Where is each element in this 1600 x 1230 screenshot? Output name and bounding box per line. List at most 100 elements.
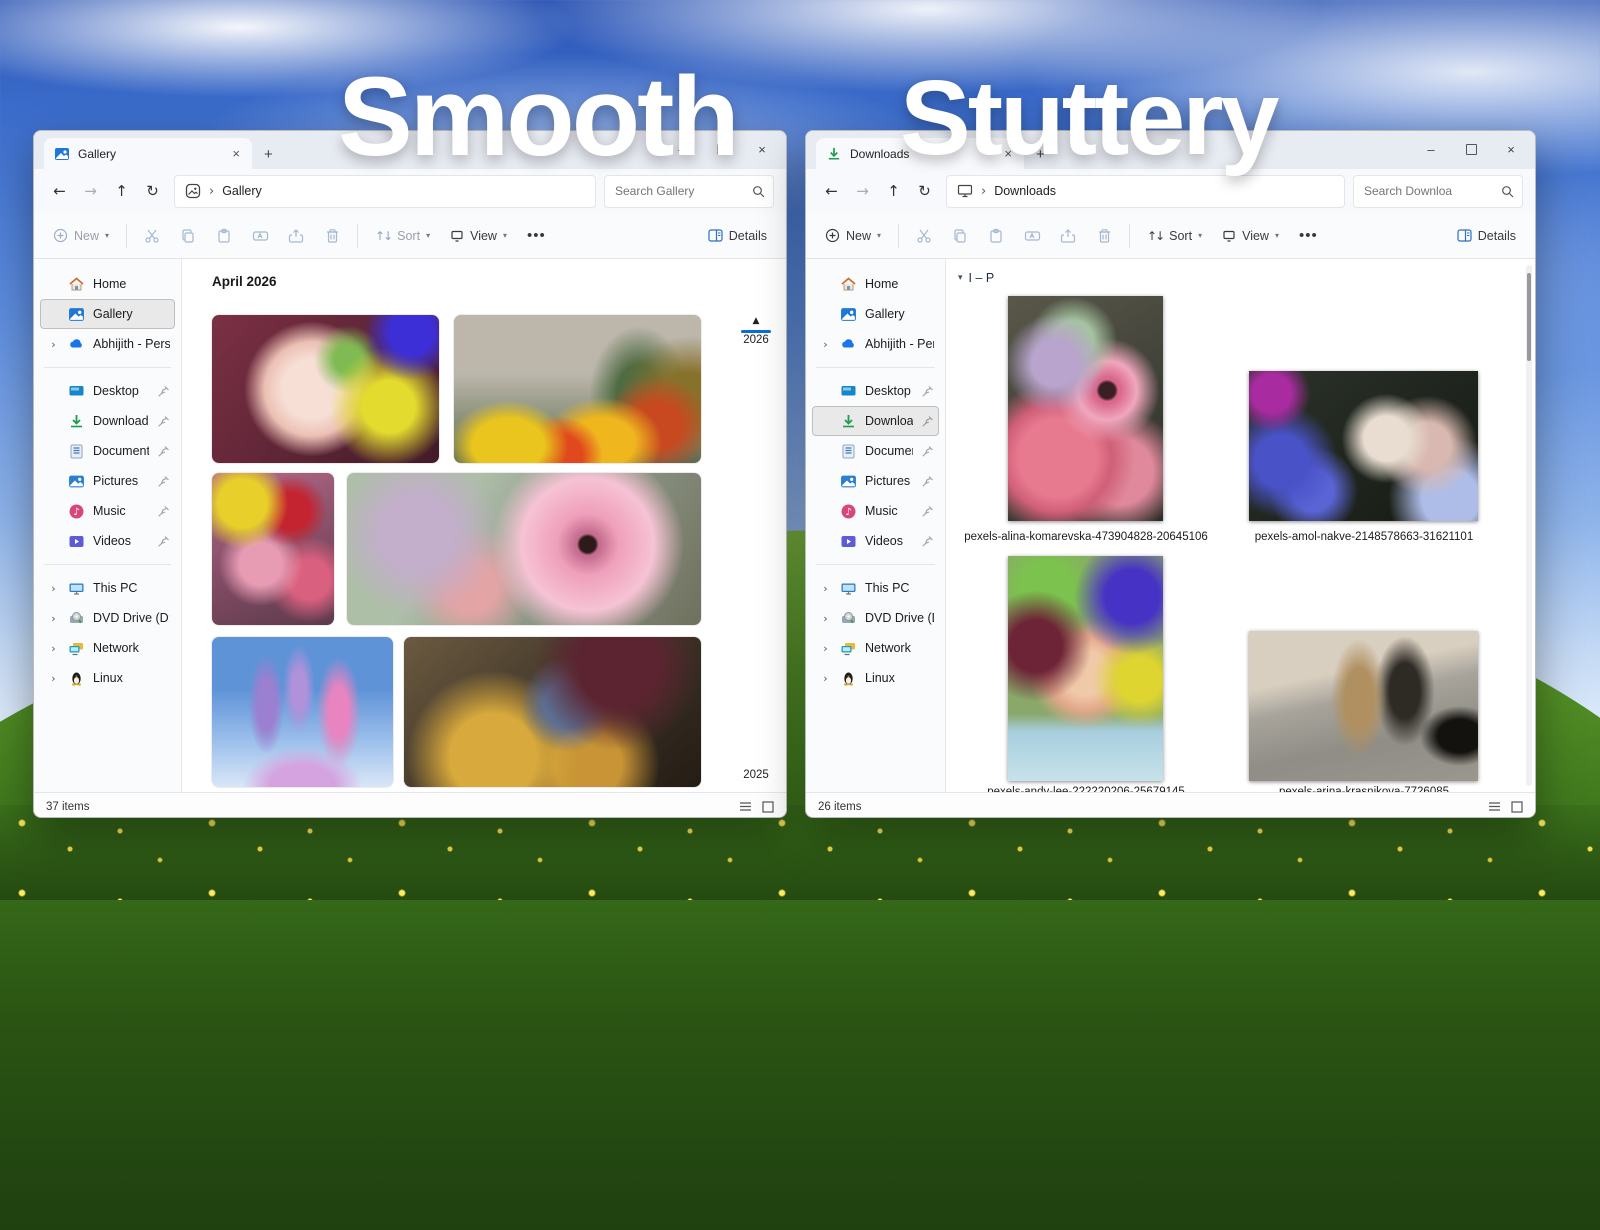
details-button[interactable]: Details (699, 220, 776, 252)
expander-icon[interactable]: › (819, 642, 832, 655)
search-box[interactable] (1353, 175, 1523, 208)
view-button[interactable]: View ▾ (1213, 220, 1288, 252)
file-thumbnail[interactable] (1008, 556, 1163, 781)
sidebar-item-network[interactable]: › Network (812, 633, 939, 663)
forward-button[interactable]: → (849, 178, 876, 205)
details-view-icon[interactable] (739, 801, 752, 812)
more-options-button[interactable]: ••• (1290, 220, 1327, 252)
expander-icon[interactable]: › (819, 582, 832, 595)
timeline-scrubber[interactable]: ▲ 2026 (739, 317, 773, 346)
sidebar-item-onedrive[interactable]: › Abhijith - Personal (40, 329, 175, 359)
gallery-photo-tulips[interactable] (454, 315, 701, 463)
expander-icon[interactable]: › (47, 642, 60, 655)
tab-close-icon[interactable]: × (228, 146, 244, 161)
close-button[interactable]: × (1491, 135, 1531, 163)
sidebar-item-home[interactable]: Home (40, 269, 175, 299)
sidebar-item-pictures[interactable]: Pictures (40, 466, 175, 496)
file-thumbnail[interactable] (1249, 371, 1478, 521)
back-button[interactable]: ← (818, 178, 845, 205)
sidebar-item-desktop[interactable]: Desktop (40, 376, 175, 406)
expander-icon[interactable]: › (47, 338, 60, 351)
timeline-year-previous[interactable]: 2025 (739, 769, 773, 781)
rename-button[interactable] (1015, 220, 1049, 252)
close-button[interactable]: × (742, 135, 782, 163)
sidebar-item-home[interactable]: Home (812, 269, 939, 299)
sidebar-item-videos[interactable]: Videos (812, 526, 939, 556)
gallery-photo-orchid-bouquet[interactable] (212, 315, 439, 463)
sidebar-item-videos[interactable]: Videos (40, 526, 175, 556)
up-button[interactable]: ↑ (880, 178, 907, 205)
expander-icon[interactable]: › (47, 612, 60, 625)
scrollbar-thumb[interactable] (1527, 273, 1531, 361)
timeline-year-current[interactable]: 2026 (739, 334, 773, 346)
minimize-button[interactable]: – (1411, 135, 1451, 163)
new-tab-button[interactable]: + (264, 146, 273, 163)
new-button[interactable]: New ▾ (816, 220, 890, 252)
file-thumbnail[interactable] (1249, 631, 1478, 781)
new-button[interactable]: New ▾ (44, 220, 118, 252)
sidebar-item-dvd-drive[interactable]: › DVD Drive (D:) CCC (40, 603, 175, 633)
file-thumbnail[interactable] (1008, 296, 1163, 521)
expander-icon[interactable]: › (47, 582, 60, 595)
expander-icon[interactable]: › (819, 338, 832, 351)
file-name[interactable]: pexels-alina-komarevska-473904828-206451… (955, 531, 1217, 543)
sidebar-item-this-pc[interactable]: › This PC (812, 573, 939, 603)
file-name[interactable]: pexels-arina-krasnikova-7726085 (1233, 786, 1495, 792)
sidebar-item-dvd-drive[interactable]: › DVD Drive (D:) CCC (812, 603, 939, 633)
group-collapse-icon[interactable]: ▾ (958, 273, 963, 283)
refresh-button[interactable]: ↻ (139, 178, 166, 205)
details-button[interactable]: Details (1448, 220, 1525, 252)
refresh-button[interactable]: ↻ (911, 178, 938, 205)
gallery-photo-lavender-sky[interactable] (212, 637, 393, 787)
large-thumbnails-view-icon[interactable] (1511, 801, 1523, 813)
gallery-photo-pink-gerbera[interactable] (347, 473, 701, 625)
paste-button[interactable] (207, 220, 241, 252)
expander-icon[interactable]: › (819, 612, 832, 625)
gallery-photo-dark-daisies[interactable] (404, 637, 701, 787)
search-input[interactable] (613, 183, 748, 199)
delete-button[interactable] (1087, 220, 1121, 252)
maximize-button[interactable] (1451, 135, 1491, 163)
up-button[interactable]: ↑ (108, 178, 135, 205)
copy-button[interactable] (171, 220, 205, 252)
large-thumbnails-view-icon[interactable] (762, 801, 774, 813)
share-button[interactable] (1051, 220, 1085, 252)
delete-button[interactable] (315, 220, 349, 252)
sidebar-item-this-pc[interactable]: › This PC (40, 573, 175, 603)
sort-button[interactable]: ↑↓ Sort ▾ (1138, 220, 1211, 252)
sidebar-item-network[interactable]: › Network (40, 633, 175, 663)
sidebar-item-music[interactable]: ♪ Music (812, 496, 939, 526)
more-options-button[interactable]: ••• (518, 220, 555, 252)
copy-button[interactable] (943, 220, 977, 252)
cut-button[interactable] (135, 220, 169, 252)
sidebar-item-downloads[interactable]: Downloads (40, 406, 175, 436)
sidebar-item-documents[interactable]: Documents (40, 436, 175, 466)
sidebar-item-gallery[interactable]: Gallery (812, 299, 939, 329)
details-view-icon[interactable] (1488, 801, 1501, 812)
forward-button[interactable]: → (77, 178, 104, 205)
search-input[interactable] (1362, 183, 1497, 199)
sidebar-item-gallery[interactable]: Gallery (40, 299, 175, 329)
sidebar-item-desktop[interactable]: Desktop (812, 376, 939, 406)
timeline-up-icon[interactable]: ▲ (739, 317, 773, 326)
sidebar-item-onedrive[interactable]: › Abhijith - Personal (812, 329, 939, 359)
cut-button[interactable] (907, 220, 941, 252)
expander-icon[interactable]: › (47, 672, 60, 685)
sidebar-item-documents[interactable]: Documents (812, 436, 939, 466)
back-button[interactable]: ← (46, 178, 73, 205)
expander-icon[interactable]: › (819, 672, 832, 685)
sidebar-item-downloads[interactable]: Downloads (812, 406, 939, 436)
share-button[interactable] (279, 220, 313, 252)
rename-button[interactable] (243, 220, 277, 252)
sidebar-item-music[interactable]: ♪ Music (40, 496, 175, 526)
group-header[interactable]: ▾ I – P (958, 271, 994, 285)
tab-gallery[interactable]: Gallery × (44, 138, 252, 169)
vertical-scrollbar[interactable] (1526, 265, 1532, 786)
sidebar-item-pictures[interactable]: Pictures (812, 466, 939, 496)
file-name[interactable]: pexels-andy-lee-222220206-25679145 (955, 786, 1217, 792)
breadcrumb[interactable]: › Downloads (946, 175, 1345, 208)
view-button[interactable]: View ▾ (441, 220, 516, 252)
paste-button[interactable] (979, 220, 1013, 252)
sort-button[interactable]: ↑↓ Sort ▾ (366, 220, 439, 252)
file-name[interactable]: pexels-amol-nakve-2148578663-31621101 (1233, 531, 1495, 543)
